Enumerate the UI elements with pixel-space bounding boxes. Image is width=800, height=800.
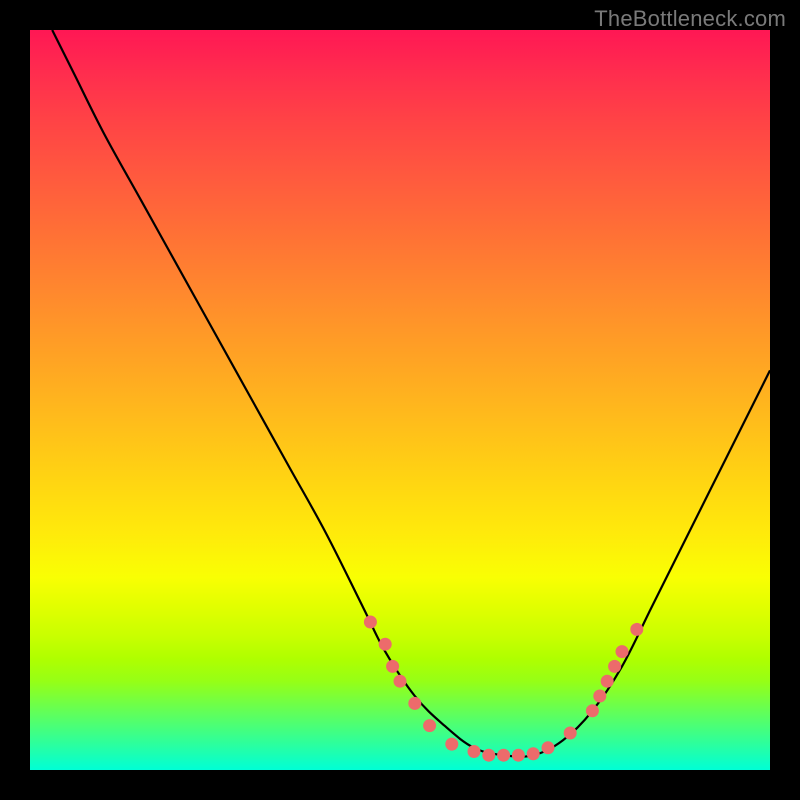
- marker-dot: [386, 660, 399, 673]
- chart-container: TheBottleneck.com: [0, 0, 800, 800]
- marker-dot: [564, 727, 577, 740]
- marker-dot: [601, 675, 614, 688]
- marker-dot: [379, 638, 392, 651]
- marker-dot: [608, 660, 621, 673]
- marker-dot: [586, 704, 599, 717]
- chart-svg: [30, 30, 770, 770]
- plot-area: [30, 30, 770, 770]
- marker-dot: [616, 645, 629, 658]
- marker-dot: [512, 749, 525, 762]
- marker-dot: [364, 616, 377, 629]
- bottleneck-curve: [52, 30, 770, 757]
- marker-dot: [497, 749, 510, 762]
- marker-dot: [394, 675, 407, 688]
- marker-dot: [468, 745, 481, 758]
- marker-dot: [445, 738, 458, 751]
- marker-dot: [527, 747, 540, 760]
- marker-dot: [423, 719, 436, 732]
- marker-dot: [630, 623, 643, 636]
- marker-dots: [364, 616, 643, 762]
- marker-dot: [482, 749, 495, 762]
- watermark-text: TheBottleneck.com: [594, 6, 786, 32]
- marker-dot: [542, 741, 555, 754]
- marker-dot: [408, 697, 421, 710]
- marker-dot: [593, 690, 606, 703]
